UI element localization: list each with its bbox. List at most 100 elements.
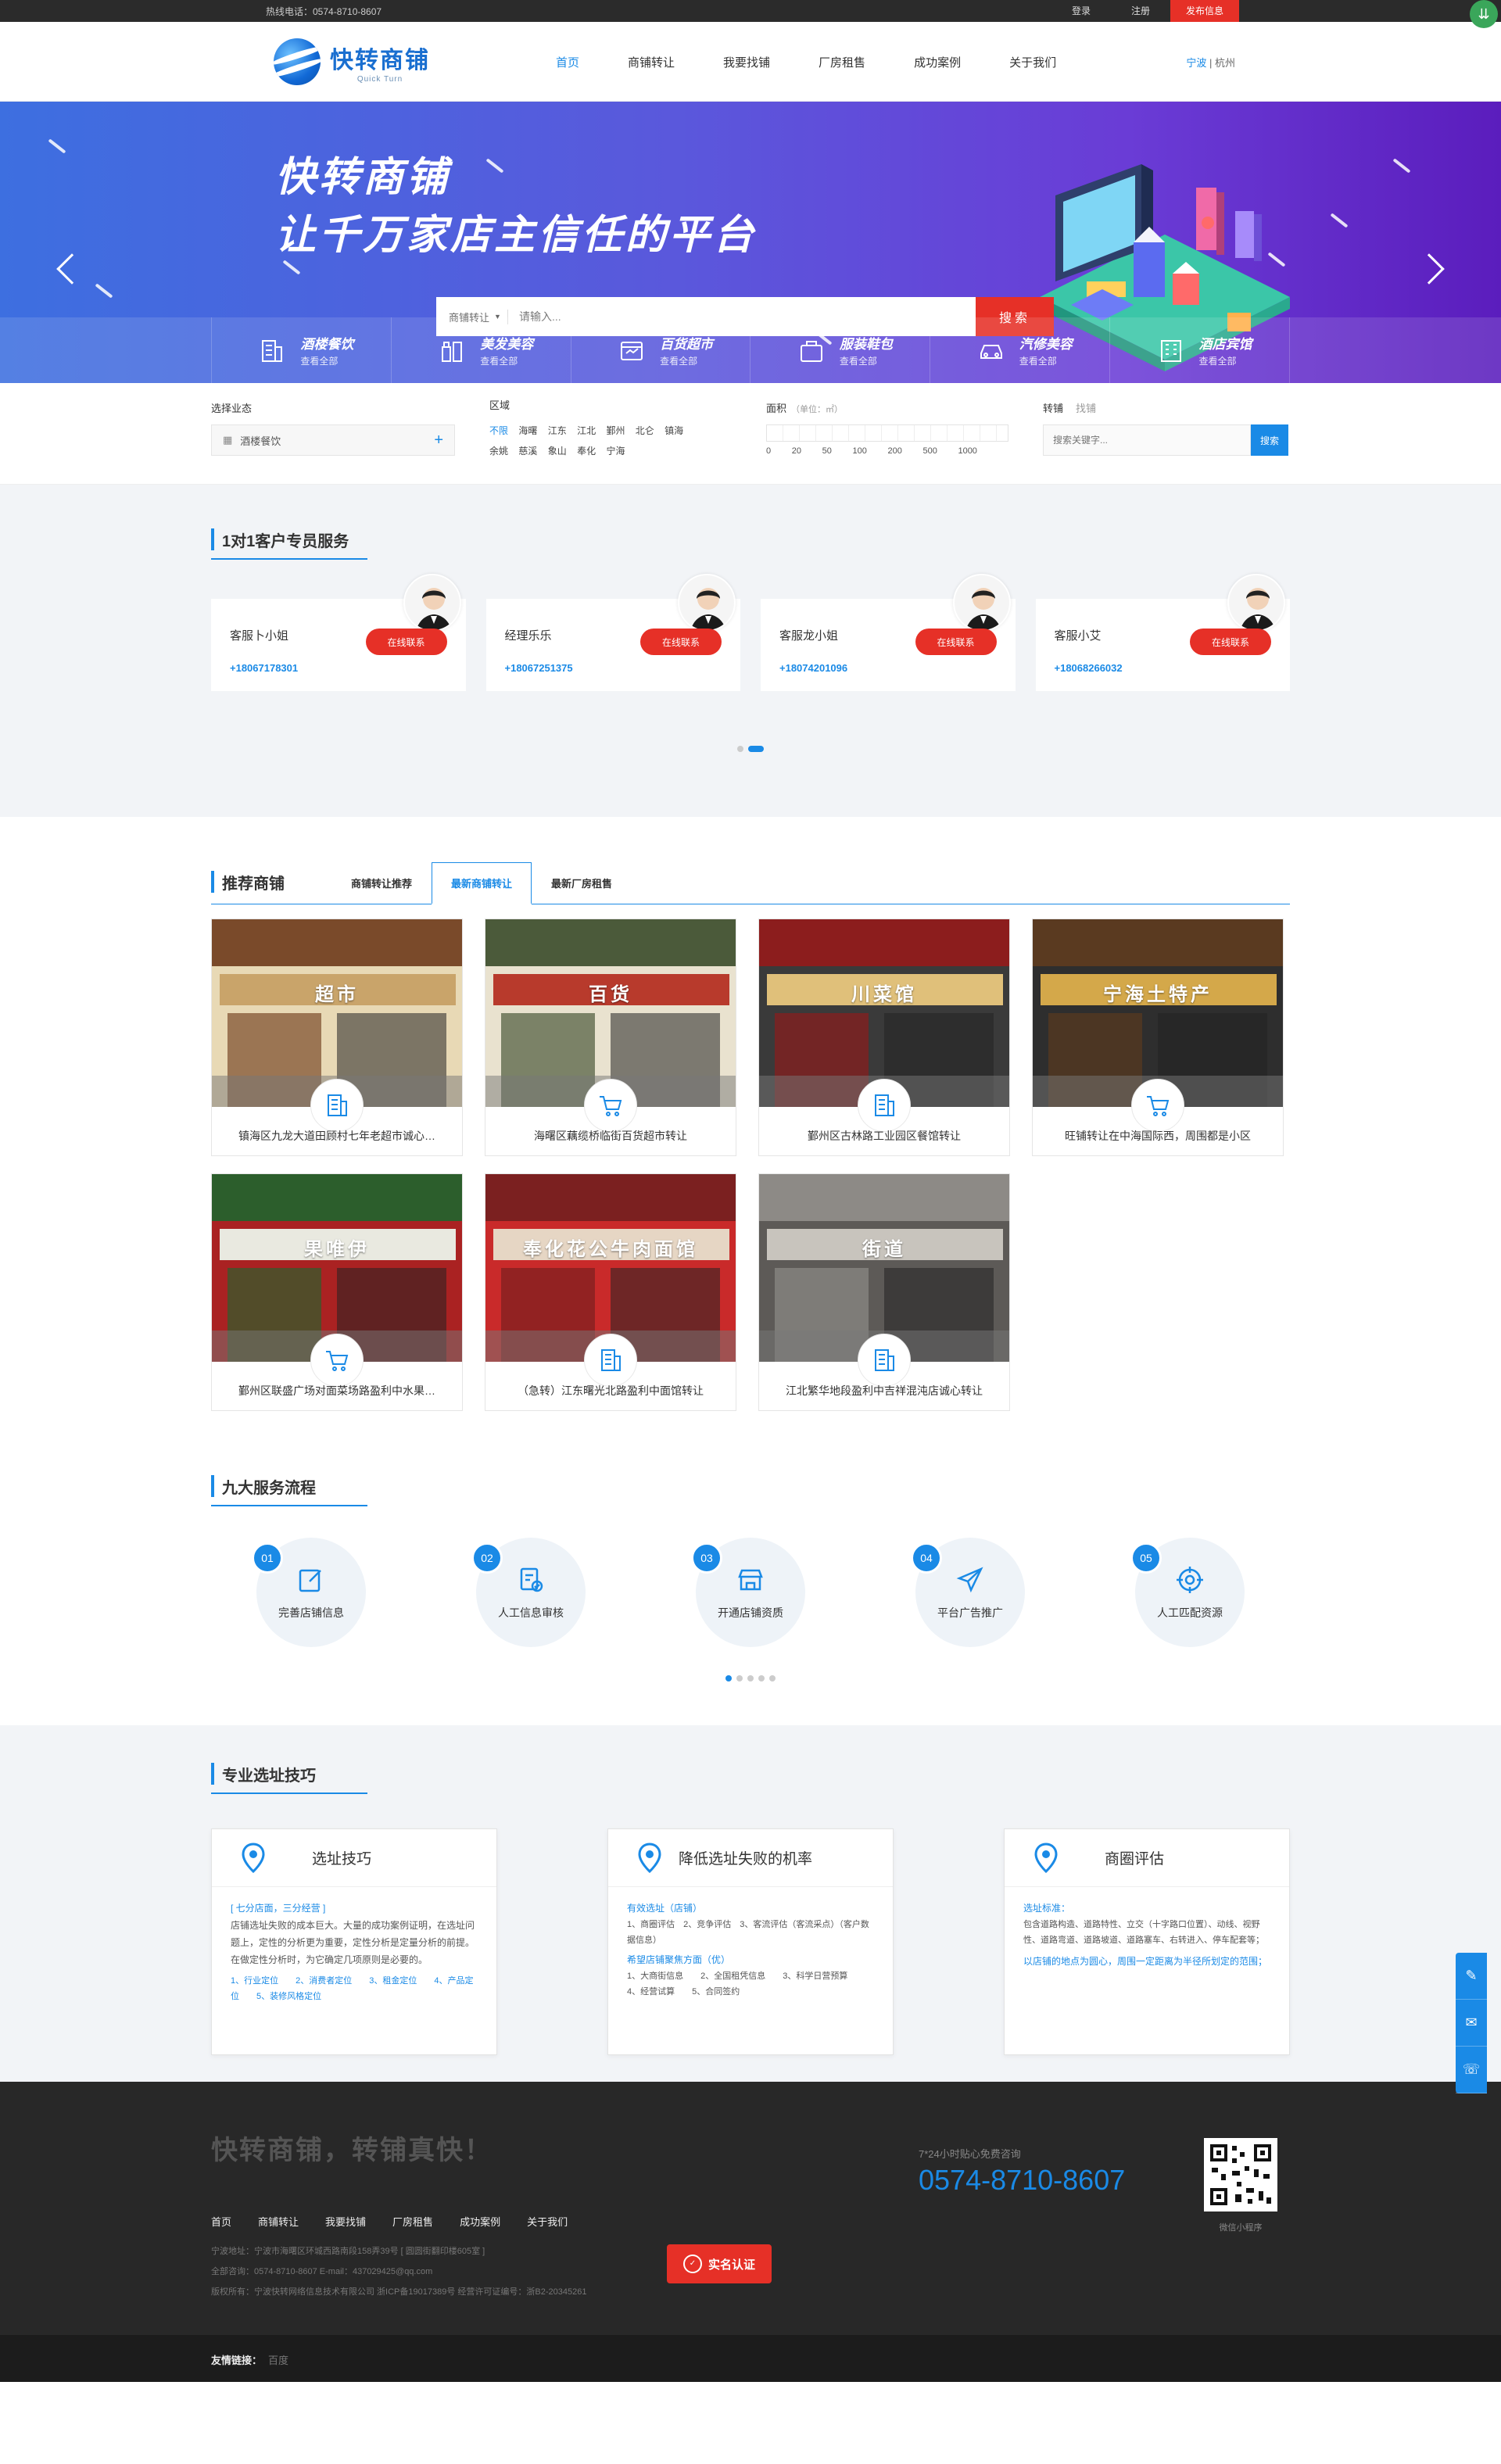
contact-online-button[interactable]: 在线联系 bbox=[640, 629, 722, 655]
city-switcher[interactable]: 宁波 | 杭州 bbox=[1186, 55, 1235, 70]
area-option[interactable]: 象山 bbox=[548, 446, 567, 457]
area-option[interactable]: 奉化 bbox=[577, 446, 596, 457]
footer-link[interactable]: 厂房租售 bbox=[392, 2214, 433, 2229]
area-option[interactable]: 镇海 bbox=[665, 425, 683, 436]
nav-item-about[interactable]: 关于我们 bbox=[1009, 54, 1056, 70]
footer-link[interactable]: 首页 bbox=[211, 2214, 231, 2229]
footer-link[interactable]: 商铺转让 bbox=[258, 2214, 299, 2229]
chevron-down-icon[interactable]: ⇊ bbox=[1470, 0, 1498, 28]
tip-card[interactable]: 选址技巧 [ 七分店面，三分经营 ] 店铺选址失败的成本巨大。大量的成功案例证明… bbox=[211, 1828, 497, 2055]
tip-card[interactable]: 降低选址失败的机率 有效选址（店铺） 1、商圈评估 2、竞争评估 3、客流评估（… bbox=[607, 1828, 894, 2055]
keyword-filter: 转铺 找铺 搜索 bbox=[1043, 400, 1288, 461]
shop-card[interactable]: 果唯伊 鄞州区联盛广场对面菜场路盈利中水果… bbox=[211, 1173, 463, 1411]
keyword-search-button[interactable]: 搜索 bbox=[1251, 424, 1288, 456]
location-pin-icon bbox=[638, 1842, 661, 1873]
carousel-dot[interactable] bbox=[747, 1675, 754, 1681]
realname-badge[interactable]: ✓ 实名认证 bbox=[667, 2244, 772, 2283]
shop-caption[interactable]: 江北繁华地段盈利中吉祥混沌店诚心转让 bbox=[759, 1371, 1009, 1410]
keyword-input[interactable] bbox=[1043, 424, 1251, 456]
biz-select[interactable]: ▦ 酒楼餐饮 + bbox=[211, 424, 455, 456]
area-option[interactable]: 余姚 bbox=[489, 446, 508, 457]
tab-transfer-recommend[interactable]: 商铺转让推荐 bbox=[331, 862, 432, 903]
area-option[interactable]: 宁海 bbox=[606, 446, 625, 457]
category-title: 服装鞋包 bbox=[839, 337, 893, 352]
nav-item-find[interactable]: 我要找铺 bbox=[723, 54, 770, 70]
area-option[interactable]: 江北 bbox=[577, 425, 596, 436]
category-restaurant[interactable]: 酒楼餐饮 查看全部 bbox=[211, 317, 391, 383]
shop-card[interactable]: 百货 海曙区藕缆桥临街百货超市转让 bbox=[485, 919, 736, 1156]
category-supermarket[interactable]: 百货超市 查看全部 bbox=[570, 317, 750, 383]
category-clothing[interactable]: 服装鞋包 查看全部 bbox=[750, 317, 930, 383]
area-option[interactable]: 北仑 bbox=[636, 425, 654, 436]
agent-phone[interactable]: +18074201096 bbox=[779, 662, 997, 674]
shop-caption[interactable]: 镇海区九龙大道田顾村七年老超市诚心… bbox=[212, 1116, 462, 1155]
slider-prev-arrow-icon[interactable] bbox=[56, 253, 88, 285]
logo[interactable]: 快转商铺 Quick Turn bbox=[274, 38, 430, 85]
carousel-dot[interactable] bbox=[736, 1675, 743, 1681]
size-slider[interactable] bbox=[766, 424, 1008, 442]
process-step[interactable]: 01 完善店铺信息 bbox=[252, 1538, 366, 1647]
shop-caption[interactable]: （急转）江东曙光北路盈利中面馆转让 bbox=[485, 1371, 736, 1410]
city-separator: | bbox=[1206, 56, 1215, 69]
tab-latest-transfer[interactable]: 最新商铺转让 bbox=[432, 862, 532, 904]
shop-card[interactable]: 奉化花公牛肉面馆 （急转）江东曙光北路盈利中面馆转让 bbox=[485, 1173, 736, 1411]
nav-item-home[interactable]: 首页 bbox=[556, 54, 579, 70]
slider-next-arrow-icon[interactable] bbox=[1413, 253, 1445, 285]
register-link[interactable]: 注册 bbox=[1111, 0, 1170, 22]
tab-latest-factory[interactable]: 最新厂房租售 bbox=[532, 862, 632, 903]
city-other[interactable]: 杭州 bbox=[1215, 57, 1235, 69]
carousel-dot[interactable] bbox=[758, 1675, 765, 1681]
area-option[interactable]: 江东 bbox=[548, 425, 567, 436]
document-check-icon bbox=[520, 1567, 543, 1592]
nav-item-factory[interactable]: 厂房租售 bbox=[819, 54, 865, 70]
shop-caption[interactable]: 旺铺转让在中海国际西，周围都是小区 bbox=[1033, 1116, 1283, 1155]
agent-phone[interactable]: +18067178301 bbox=[230, 662, 447, 674]
contact-online-button[interactable]: 在线联系 bbox=[915, 629, 997, 655]
footer-link[interactable]: 关于我们 bbox=[527, 2214, 568, 2229]
shop-icon bbox=[738, 1569, 763, 1591]
area-option[interactable]: 慈溪 bbox=[518, 446, 537, 457]
shop-card[interactable]: 宁海土特产 旺铺转让在中海国际西，周围都是小区 bbox=[1032, 919, 1284, 1156]
shop-card[interactable]: 川菜馆 鄞州区古林路工业园区餐馆转让 bbox=[758, 919, 1010, 1156]
process-step[interactable]: 04 平台广告推广 bbox=[911, 1538, 1025, 1647]
area-option[interactable]: 海曙 bbox=[518, 425, 537, 436]
friend-link[interactable]: 百度 bbox=[268, 2355, 288, 2366]
category-beauty[interactable]: 美发美容 查看全部 bbox=[390, 317, 571, 383]
category-auto[interactable]: 汽修美容 查看全部 bbox=[930, 317, 1109, 383]
area-option[interactable]: 鄞州 bbox=[606, 425, 625, 436]
footer-link[interactable]: 我要找铺 bbox=[325, 2214, 366, 2229]
headset-icon[interactable]: ☏ bbox=[1456, 2047, 1487, 2093]
nav-item-cases[interactable]: 成功案例 bbox=[914, 54, 961, 70]
contact-online-button[interactable]: 在线联系 bbox=[365, 629, 447, 655]
shop-card[interactable]: 街道 江北繁华地段盈利中吉祥混沌店诚心转让 bbox=[758, 1173, 1010, 1411]
chat-icon[interactable]: ✉ bbox=[1456, 2000, 1487, 2047]
edit-icon[interactable]: ✎ bbox=[1456, 1953, 1487, 2000]
carousel-dot[interactable] bbox=[769, 1675, 776, 1681]
shop-card[interactable]: 超市 镇海区九龙大道田顾村七年老超市诚心… bbox=[211, 919, 463, 1156]
area-option[interactable]: 不限 bbox=[489, 425, 508, 436]
tab-find[interactable]: 找铺 bbox=[1076, 403, 1096, 414]
shop-caption[interactable]: 海曙区藕缆桥临街百货超市转让 bbox=[485, 1116, 736, 1155]
agent-phone[interactable]: +18067251375 bbox=[505, 662, 722, 674]
contact-online-button[interactable]: 在线联系 bbox=[1190, 629, 1271, 655]
publish-button[interactable]: 发布信息 bbox=[1170, 0, 1239, 22]
city-current[interactable]: 宁波 bbox=[1186, 57, 1206, 69]
login-link[interactable]: 登录 bbox=[1051, 0, 1111, 22]
shop-caption[interactable]: 鄞州区古林路工业园区餐馆转让 bbox=[759, 1116, 1009, 1155]
shop-caption[interactable]: 鄞州区联盛广场对面菜场路盈利中水果… bbox=[212, 1371, 462, 1410]
process-step[interactable]: 05 人工匹配资源 bbox=[1130, 1538, 1245, 1647]
carousel-dot-active[interactable] bbox=[725, 1675, 732, 1681]
location-pin-icon bbox=[1034, 1842, 1058, 1873]
step-label: 平台广告推广 bbox=[937, 1606, 1003, 1619]
footer-link[interactable]: 成功案例 bbox=[460, 2214, 500, 2229]
carousel-dot-active[interactable] bbox=[748, 746, 764, 752]
carousel-dot[interactable] bbox=[737, 746, 743, 752]
tip-card[interactable]: 商圈评估 选址标准： 包含道路构造、道路特性、立交（十字路口位置）、动线、视野性… bbox=[1004, 1828, 1290, 2055]
plus-icon[interactable]: + bbox=[434, 432, 443, 449]
process-step[interactable]: 03 开通店铺资质 bbox=[691, 1538, 805, 1647]
process-step[interactable]: 02 人工信息审核 bbox=[471, 1538, 586, 1647]
tab-transfer[interactable]: 转铺 bbox=[1043, 403, 1063, 414]
nav-item-transfer[interactable]: 商铺转让 bbox=[628, 54, 675, 70]
agent-phone[interactable]: +18068266032 bbox=[1055, 662, 1272, 674]
category-hotel[interactable]: 酒店宾馆 查看全部 bbox=[1109, 317, 1290, 383]
